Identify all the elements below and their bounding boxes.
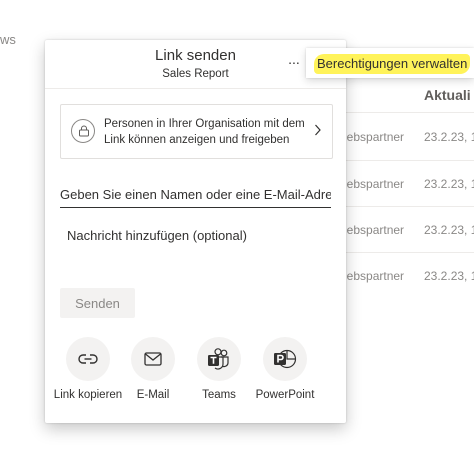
- table-cell-date: 23.2.23, 1: [424, 269, 474, 283]
- manage-permissions-menu-item[interactable]: Berechtigungen verwalten: [306, 48, 474, 78]
- more-options-button[interactable]: ...: [285, 52, 303, 70]
- table-divider: [340, 160, 474, 161]
- table-cell-partner: iebspartner: [344, 177, 405, 191]
- table-cell-date: 23.2.23, 1: [424, 177, 474, 191]
- send-link-dialog: Link senden Sales Report ... Personen in…: [45, 40, 346, 423]
- table-cell-date: 23.2.23, 1: [424, 130, 474, 144]
- powerpoint-icon: [263, 337, 307, 381]
- link-permissions-text: Personen in Ihrer Organisation mit dem L…: [104, 118, 305, 146]
- teams-icon: [197, 337, 241, 381]
- lock-icon: [71, 119, 95, 143]
- powerpoint-label: PowerPoint: [255, 389, 315, 401]
- manage-permissions-label: Berechtigungen verwalten: [317, 56, 468, 71]
- table-cell-partner: iebspartner: [344, 269, 405, 283]
- table-divider: [340, 252, 474, 253]
- send-button[interactable]: Senden: [60, 288, 135, 318]
- chevron-right-icon: [314, 123, 322, 142]
- link-permissions-button[interactable]: Personen in Ihrer Organisation mit dem L…: [60, 104, 333, 159]
- table-divider: [340, 112, 474, 113]
- column-header-updated: Aktuali: [424, 87, 471, 103]
- table-cell-partner: iebspartner: [344, 130, 405, 144]
- table-divider: [340, 206, 474, 207]
- table-cell-date: 23.2.23, 1: [424, 223, 474, 237]
- message-input[interactable]: [67, 228, 329, 278]
- powerpoint-option[interactable]: PowerPoint: [240, 337, 330, 401]
- mail-icon: [131, 337, 175, 381]
- background-text-fragment: ws: [0, 32, 16, 47]
- dialog-header: Link senden Sales Report ...: [45, 40, 346, 89]
- link-icon: [66, 337, 110, 381]
- recipient-input[interactable]: [60, 181, 331, 208]
- table-cell-partner: iebspartner: [344, 223, 405, 237]
